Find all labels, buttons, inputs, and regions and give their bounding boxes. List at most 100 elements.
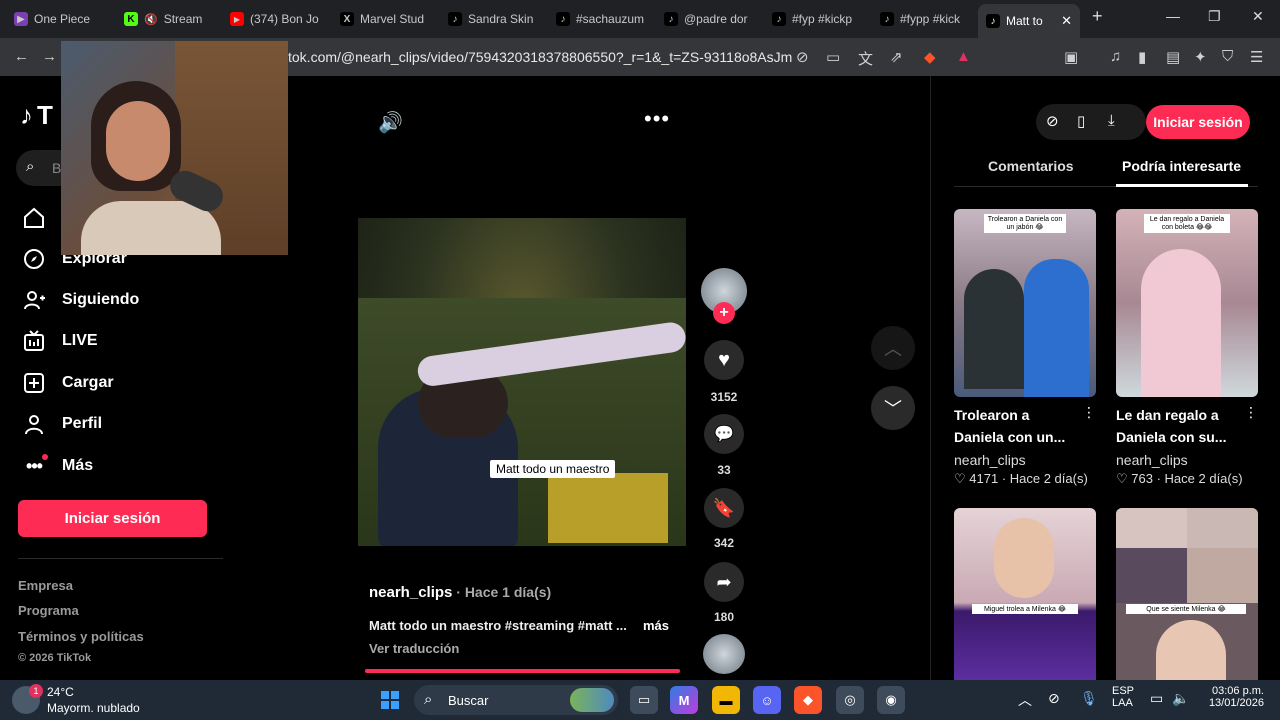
- url-field[interactable]: tok.com/@nearh_clips/video/7594320318378…: [288, 49, 792, 65]
- discord-icon[interactable]: ☺: [753, 686, 781, 714]
- card-more-icon[interactable]: ⋮: [1244, 404, 1258, 421]
- device-icon[interactable]: ▯: [1077, 112, 1085, 130]
- card-title[interactable]: Trolearon a Daniela con un...: [954, 404, 1065, 448]
- next-video-button[interactable]: ﹀: [871, 386, 915, 430]
- windows-taskbar: 1 24°C Mayorm. nublado ⌕ Buscar ▭ M ▬ ☺ …: [0, 680, 1280, 720]
- footer-link-programa[interactable]: Programa: [18, 603, 79, 618]
- brave-icon[interactable]: ◆: [794, 686, 822, 714]
- compass-icon[interactable]: ⊘: [1046, 112, 1059, 130]
- restore-button[interactable]: ❐: [1208, 8, 1221, 25]
- back-icon[interactable]: ←: [14, 48, 29, 65]
- minimize-button[interactable]: —: [1166, 8, 1180, 24]
- display-icon[interactable]: ▭: [1150, 690, 1163, 707]
- cast-icon[interactable]: ▭: [826, 48, 840, 66]
- browser-tab[interactable]: ♪ @padre dor: [664, 6, 756, 32]
- more-link[interactable]: más: [643, 618, 669, 633]
- webcam-app-icon[interactable]: ◉: [877, 686, 905, 714]
- network-off-icon[interactable]: ⊘: [1048, 690, 1060, 707]
- sound-avatar[interactable]: [703, 634, 745, 674]
- microphone-icon[interactable]: 🎙: [1080, 690, 1098, 707]
- follow-plus-icon[interactable]: +: [713, 302, 735, 324]
- wallet-icon[interactable]: ▤: [1166, 48, 1180, 66]
- sidebar-item-mas[interactable]: ••• Más: [22, 454, 93, 478]
- browser-tab[interactable]: ♪ #sachauzum: [556, 6, 648, 32]
- video-thumbnail[interactable]: Que se siente Milenka 😂: [1116, 508, 1258, 680]
- weather-desc: Mayorm. nublado: [47, 701, 140, 715]
- ai-icon[interactable]: ✦: [1194, 48, 1207, 66]
- footer-link-terminos[interactable]: Términos y políticas: [18, 629, 144, 644]
- vpn-icon[interactable]: ⛉: [1222, 48, 1233, 65]
- comment-button[interactable]: 💬: [704, 414, 744, 454]
- video-thumbnail[interactable]: Le dan regalo a Daniela con boleta 😂😂: [1116, 209, 1258, 397]
- tab-podria-interesarte[interactable]: Podría interesarte: [1122, 158, 1241, 174]
- progress-bar[interactable]: [365, 669, 680, 673]
- video-author[interactable]: nearh_clips: [369, 584, 452, 601]
- m365-icon[interactable]: M: [670, 686, 698, 714]
- sidebar-item-siguiendo[interactable]: Siguiendo: [22, 288, 139, 312]
- sidebar-item-live[interactable]: LIVE: [22, 329, 98, 353]
- taskbar-search[interactable]: ⌕ Buscar: [414, 685, 618, 715]
- tiktok-logo[interactable]: ♪ T: [20, 100, 53, 131]
- browser-tab[interactable]: K 🔇 Stream: [124, 6, 220, 32]
- sidebar-item-cargar[interactable]: Cargar: [22, 371, 114, 395]
- chevron-down-icon: ﹀: [884, 399, 902, 419]
- close-tab-icon[interactable]: ✕: [1061, 13, 1072, 29]
- compass-icon: [22, 247, 46, 271]
- app-icon[interactable]: ◎: [836, 686, 864, 714]
- login-button-header[interactable]: Iniciar sesión: [1146, 105, 1250, 139]
- language-indicator[interactable]: ESP LAA: [1112, 685, 1134, 709]
- card-user[interactable]: nearh_clips: [954, 452, 1026, 468]
- translate-icon[interactable]: 文: [858, 48, 873, 69]
- new-tab-button[interactable]: +: [1092, 6, 1103, 27]
- tiktok-icon: ♪: [20, 100, 33, 130]
- volume-icon[interactable]: 🔊: [378, 110, 403, 135]
- browser-tab[interactable]: ♪ #fyp #kickp: [772, 6, 864, 32]
- browser-tab[interactable]: ♪ Sandra Skin: [448, 6, 540, 32]
- profile-icon: [22, 412, 46, 436]
- card-title[interactable]: Le dan regalo a Daniela con su...: [1116, 404, 1226, 448]
- translate-link[interactable]: Ver traducción: [369, 641, 459, 656]
- music-icon[interactable]: ♫: [1110, 48, 1121, 65]
- card-user[interactable]: nearh_clips: [1116, 452, 1188, 468]
- browser-tab[interactable]: ▶ (374) Bon Jo: [230, 6, 326, 32]
- tab-comentarios[interactable]: Comentarios: [988, 158, 1074, 174]
- speaker-icon[interactable]: 🔈: [1172, 690, 1189, 707]
- thumb-grid-cell: [1116, 508, 1187, 548]
- login-button-sidebar[interactable]: Iniciar sesión: [18, 500, 207, 537]
- reader-icon[interactable]: ▣: [1064, 48, 1078, 66]
- download-icon[interactable]: ⤓: [1108, 112, 1115, 129]
- brave-shield-icon[interactable]: ◆: [924, 48, 936, 66]
- task-view-icon[interactable]: ▭: [630, 686, 658, 714]
- chevron-up-icon[interactable]: ︿: [1018, 690, 1032, 710]
- media-icon[interactable]: ⊘: [796, 48, 809, 66]
- tiktok-icon: ♪: [986, 14, 1000, 28]
- active-tab-indicator: [1116, 184, 1248, 187]
- home-icon[interactable]: [22, 206, 46, 235]
- brave-rewards-icon[interactable]: ▲: [956, 48, 971, 65]
- footer-link-empresa[interactable]: Empresa: [18, 578, 73, 593]
- previous-video-button[interactable]: ︿: [871, 326, 915, 370]
- video-thumbnail[interactable]: Trolearon a Daniela con un jabón 😂: [954, 209, 1096, 397]
- window-close-button[interactable]: ✕: [1252, 8, 1264, 25]
- more-options-icon[interactable]: •••: [644, 106, 670, 132]
- like-button[interactable]: ♥: [704, 340, 744, 380]
- share-button[interactable]: ➦: [704, 562, 744, 602]
- video-player[interactable]: Matt todo un maestro: [358, 218, 686, 546]
- search-icon: ⌕: [26, 158, 35, 175]
- video-thumbnail[interactable]: Miguel trolea a Milenka 😂: [954, 508, 1096, 680]
- browser-tab[interactable]: X Marvel Stud: [340, 6, 432, 32]
- panel-divider: [930, 76, 931, 680]
- share-icon[interactable]: ⇗: [890, 48, 903, 66]
- save-button[interactable]: 🔖: [704, 488, 744, 528]
- sidebar-item-perfil[interactable]: Perfil: [22, 412, 102, 436]
- clock[interactable]: 03:06 p.m. 13/01/2026: [1206, 685, 1264, 709]
- windows-start-icon[interactable]: [376, 686, 404, 714]
- sidebar-icon[interactable]: ▮: [1138, 48, 1146, 66]
- file-explorer-icon[interactable]: ▬: [712, 686, 740, 714]
- forward-icon[interactable]: →: [42, 48, 57, 65]
- browser-tab-active[interactable]: ♪ Matt to ✕: [978, 4, 1080, 38]
- browser-tab[interactable]: ▶ One Piece: [14, 6, 110, 32]
- browser-tab[interactable]: ♪ #fypp #kick: [880, 6, 972, 32]
- menu-icon[interactable]: ☰: [1250, 48, 1263, 66]
- card-more-icon[interactable]: ⋮: [1082, 404, 1096, 421]
